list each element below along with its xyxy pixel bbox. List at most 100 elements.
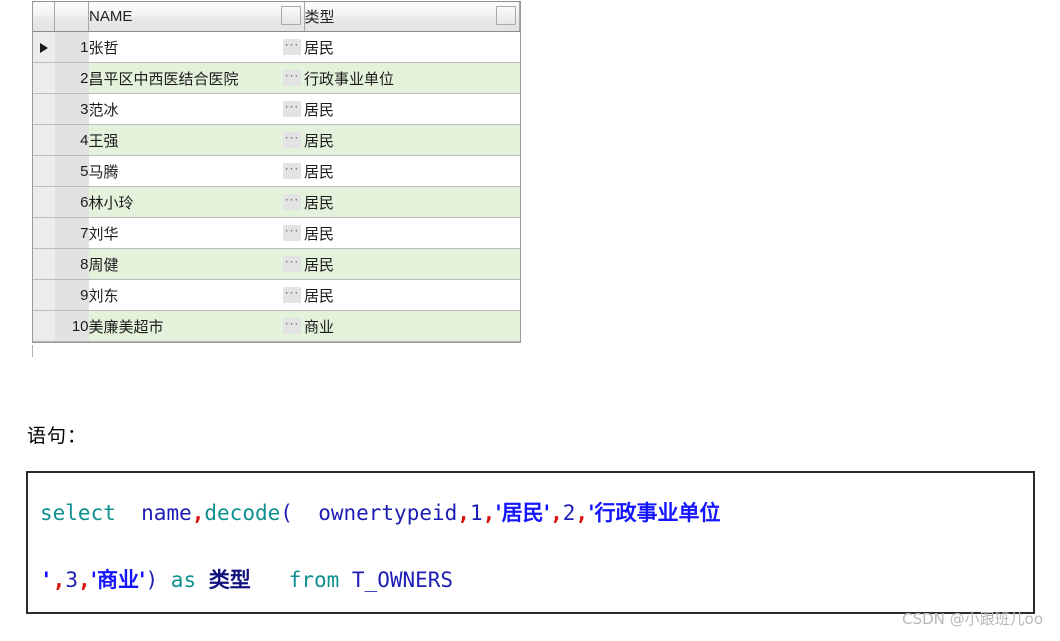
row-number-cell[interactable]: 10 [54,310,89,342]
row-marker-cell[interactable] [33,217,55,249]
table-row[interactable]: 6 林小玲 ··· 居民 [33,186,520,218]
table-row[interactable]: 8 周健 ··· 居民 [33,248,520,280]
result-grid-header: NAME 类型 [33,2,520,32]
cell-name[interactable]: 刘华 ··· [88,217,304,249]
sql-space [251,568,289,592]
row-marker-cell[interactable] [33,93,55,125]
statement-caption: 语句： [27,425,88,447]
table-row[interactable]: 2 昌平区中西医结合医院 ··· 行政事业单位 [33,62,520,94]
row-marker-cell[interactable] [33,155,55,187]
grid-bottom-spacer [32,345,37,357]
cell-name-text: 周健 [88,256,119,274]
cell-editor-ellipsis-button[interactable]: ··· [283,101,301,117]
cell-name[interactable]: 范冰 ··· [88,93,304,125]
cell-type[interactable]: 居民 [304,124,520,156]
cell-editor-ellipsis-button[interactable]: ··· [283,194,301,210]
sql-number-1: 1 [469,501,483,525]
cell-type[interactable]: 居民 [304,186,520,218]
cell-name-text: 范冰 [88,101,119,119]
sql-number-2: 2 [562,501,576,525]
cell-name-text: 王强 [88,132,119,150]
sql-space [293,501,318,525]
row-number-cell[interactable]: 4 [54,124,89,156]
cell-name-text: 昌平区中西医结合医院 [88,70,239,88]
row-marker-cell[interactable] [33,62,55,94]
csdn-watermark: CSDN @小跟班儿oo [902,610,1043,628]
sql-code-block[interactable]: select name,decode( ownertypeid,1,'居民',2… [26,471,1035,614]
row-marker-cell[interactable] [33,186,55,218]
row-number-cell[interactable]: 6 [54,186,89,218]
row-number-cell[interactable]: 5 [54,155,89,187]
row-number-cell[interactable]: 7 [54,217,89,249]
cell-name[interactable]: 马腾 ··· [88,155,304,187]
row-number-cell[interactable]: 9 [54,279,89,311]
cell-name[interactable]: 周健 ··· [88,248,304,280]
sql-comma: , [52,568,66,592]
cell-editor-ellipsis-button[interactable]: ··· [283,287,301,303]
sql-code-line-1: select name,decode( ownertypeid,1,'居民',2… [40,503,721,524]
column-header-name[interactable]: NAME [88,2,305,32]
current-row-arrow-icon [39,42,48,53]
cell-type[interactable]: 商业 [304,310,520,342]
row-number-cell[interactable]: 2 [54,62,89,94]
cell-name-text: 马腾 [88,163,119,181]
cell-editor-ellipsis-button[interactable]: ··· [283,318,301,334]
cell-editor-ellipsis-button[interactable]: ··· [283,70,301,86]
column-filter-stub-type[interactable] [496,6,516,25]
table-row[interactable]: 1 张哲 ··· 居民 [33,31,520,63]
sql-identifier-ownertypeid: ownertypeid [318,501,458,525]
table-row[interactable]: 7 刘华 ··· 居民 [33,217,520,249]
cell-name[interactable]: 张哲 ··· [88,31,304,63]
sql-comma: , [482,501,496,525]
sql-function-decode: decode [204,501,281,525]
cell-editor-ellipsis-button[interactable]: ··· [283,225,301,241]
header-row: NAME 类型 [33,2,520,32]
column-header-type-label: 类型 [304,9,335,26]
row-marker-cell[interactable] [33,279,55,311]
sql-keyword-from: from [288,568,340,592]
row-number-cell[interactable]: 3 [54,93,89,125]
sql-space [339,568,352,592]
column-header-rownumber[interactable] [54,2,89,32]
row-marker-cell[interactable] [33,31,55,63]
cell-editor-ellipsis-button[interactable]: ··· [283,39,301,55]
sql-keyword-as: as [170,568,197,592]
cell-name[interactable]: 刘东 ··· [88,279,304,311]
column-filter-stub-name[interactable] [280,6,301,25]
cell-type[interactable]: 居民 [304,279,520,311]
cell-editor-ellipsis-button[interactable]: ··· [283,256,301,272]
cell-editor-ellipsis-button[interactable]: ··· [283,163,301,179]
cell-name[interactable]: 王强 ··· [88,124,304,156]
cell-name[interactable]: 林小玲 ··· [88,186,304,218]
row-marker-cell[interactable] [33,310,55,342]
cell-type[interactable]: 居民 [304,217,520,249]
sql-table-t-owners: T_OWNERS [351,568,454,592]
column-header-type[interactable]: 类型 [304,2,520,32]
column-header-rowmarker[interactable] [33,2,55,32]
cell-type[interactable]: 居民 [304,155,520,187]
row-number-cell[interactable]: 1 [54,31,89,63]
cell-type[interactable]: 居民 [304,31,520,63]
row-number-cell[interactable]: 8 [54,248,89,280]
cell-name-text: 刘华 [88,225,119,243]
table-row[interactable]: 3 范冰 ··· 居民 [33,93,520,125]
result-grid-body: 1 张哲 ··· 居民 2 昌平区中西医结合医院 ··· 行政事业单位 3 范冰 ··· 居民 4 王强 ·… [33,31,520,342]
table-row[interactable]: 10 美廉美超市 ··· 商业 [33,310,520,342]
sql-comma: , [575,501,589,525]
cell-type[interactable]: 行政事业单位 [304,62,520,94]
cell-type[interactable]: 居民 [304,248,520,280]
table-row[interactable]: 5 马腾 ··· 居民 [33,155,520,187]
table-row[interactable]: 4 王强 ··· 居民 [33,124,520,156]
cell-name-text: 刘东 [88,287,119,305]
cell-name-text: 美廉美超市 [88,318,164,336]
row-marker-cell[interactable] [33,248,55,280]
cell-name[interactable]: 美廉美超市 ··· [88,310,304,342]
row-marker-cell[interactable] [33,124,55,156]
cell-type[interactable]: 居民 [304,93,520,125]
result-grid[interactable]: NAME 类型 1 张哲 ··· 居民 2 昌平区中西医结合医院 ··· 行政事业单位 3 范冰 ·… [32,1,521,343]
cell-name-text: 林小玲 [88,194,134,212]
cell-name[interactable]: 昌平区中西医结合医院 ··· [88,62,304,94]
table-row[interactable]: 9 刘东 ··· 居民 [33,279,520,311]
sql-comma: , [550,501,563,525]
cell-editor-ellipsis-button[interactable]: ··· [283,132,301,148]
